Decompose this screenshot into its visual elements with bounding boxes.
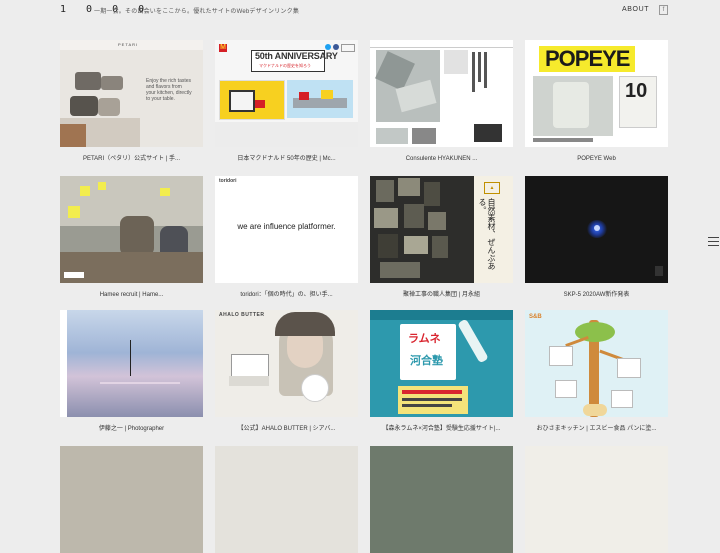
site-caption[interactable]: おひさまキッチン | エスビー食品 パンに塗... (525, 417, 668, 440)
site-caption[interactable]: POPEYE Web (525, 147, 668, 170)
site-caption[interactable]: 【公式】AHALO BUTTER | シアバ... (215, 417, 358, 440)
brand-logo-icon: S&B (529, 314, 542, 320)
site-caption[interactable]: 伊藤之一 | Photographer (60, 417, 203, 440)
site-thumbnail[interactable]: toridori we are influence platformer. (215, 176, 358, 283)
site-thumbnail[interactable]: POPEYE 10 (525, 40, 668, 147)
site-card[interactable]: M 50th ANNIVERSARY マクドナルドの歴史を知ろう 日本マクドナル… (215, 40, 358, 170)
site-thumbnail[interactable] (370, 446, 513, 553)
site-thumbnail[interactable] (60, 310, 203, 417)
site-card[interactable]: S&B おひさまキッチン | エスビー食品 パンに塗... (525, 310, 668, 440)
site-card[interactable]: PETARI Enjoy the rich tastes and flavors… (60, 40, 203, 170)
site-tagline: 一期一会。その出会いをここから。優れたサイトのWebデザインリンク集 (94, 9, 300, 15)
site-thumbnail[interactable]: PETARI Enjoy the rich tastes and flavors… (60, 40, 203, 147)
site-thumbnail[interactable] (525, 176, 668, 283)
site-card[interactable]: Consulente HYAKUNEN ... (370, 40, 513, 170)
site-card[interactable]: AHALO BUTTER 【公式】AHALO BUTTER | シアバ... (215, 310, 358, 440)
site-thumbnail[interactable]: ▲ 自然素材、ぜんぶある。 (370, 176, 513, 283)
site-thumbnail[interactable] (60, 446, 203, 553)
site-card[interactable] (215, 446, 358, 553)
facebook-icon[interactable]: f (659, 5, 668, 15)
site-card[interactable]: SKP-5 2020AW新作発表 (525, 176, 668, 306)
site-caption[interactable]: PETARI（ペタリ）公式サイト | 手... (60, 147, 203, 170)
site-thumbnail[interactable] (525, 446, 668, 553)
site-caption[interactable]: toridori：「個の時代」の、担い手... (215, 283, 358, 306)
site-caption[interactable]: 聚禅工事の職人集団 | 月永組 (370, 283, 513, 306)
site-header: 1 0 0 0 一期一会。その出会いをここから。優れたサイトのWebデザインリン… (0, 0, 720, 24)
site-card[interactable] (370, 446, 513, 553)
site-thumbnail[interactable] (370, 40, 513, 147)
site-thumbnail[interactable] (215, 446, 358, 553)
mcdonalds-logo-icon: M (219, 44, 227, 52)
site-card[interactable]: 伊藤之一 | Photographer (60, 310, 203, 440)
site-card[interactable] (60, 446, 203, 553)
site-card[interactable]: ラムネ 河合塾 【森永ラムネ×河合塾】受験生応援サイト|... (370, 310, 513, 440)
site-card[interactable]: ▲ 自然素材、ぜんぶある。 聚禅工事の職人集団 | 月永組 (370, 176, 513, 306)
site-thumbnail[interactable]: S&B (525, 310, 668, 417)
site-card[interactable]: toridori we are influence platformer. to… (215, 176, 358, 306)
site-caption[interactable]: Consulente HYAKUNEN ... (370, 147, 513, 170)
hamburger-menu-icon[interactable] (708, 237, 719, 249)
site-caption[interactable]: 日本マクドナルド 50年の歴史 | Mc... (215, 147, 358, 170)
about-link[interactable]: ABOUT (622, 6, 649, 13)
site-thumbnail[interactable]: AHALO BUTTER (215, 310, 358, 417)
site-card[interactable]: POPEYE 10 POPEYE Web (525, 40, 668, 170)
site-caption[interactable]: SKP-5 2020AW新作発表 (525, 283, 668, 306)
site-thumbnail[interactable] (60, 176, 203, 283)
site-thumbnail[interactable]: ラムネ 河合塾 (370, 310, 513, 417)
site-caption[interactable]: Hamee recruit | Hame... (60, 283, 203, 306)
site-thumbnail[interactable]: M 50th ANNIVERSARY マクドナルドの歴史を知ろう (215, 40, 358, 147)
company-logo-icon: ▲ (484, 182, 500, 194)
site-card[interactable]: Hamee recruit | Hame... (60, 176, 203, 306)
site-card[interactable] (525, 446, 668, 553)
site-caption[interactable]: 【森永ラムネ×河合塾】受験生応援サイト|... (370, 417, 513, 440)
